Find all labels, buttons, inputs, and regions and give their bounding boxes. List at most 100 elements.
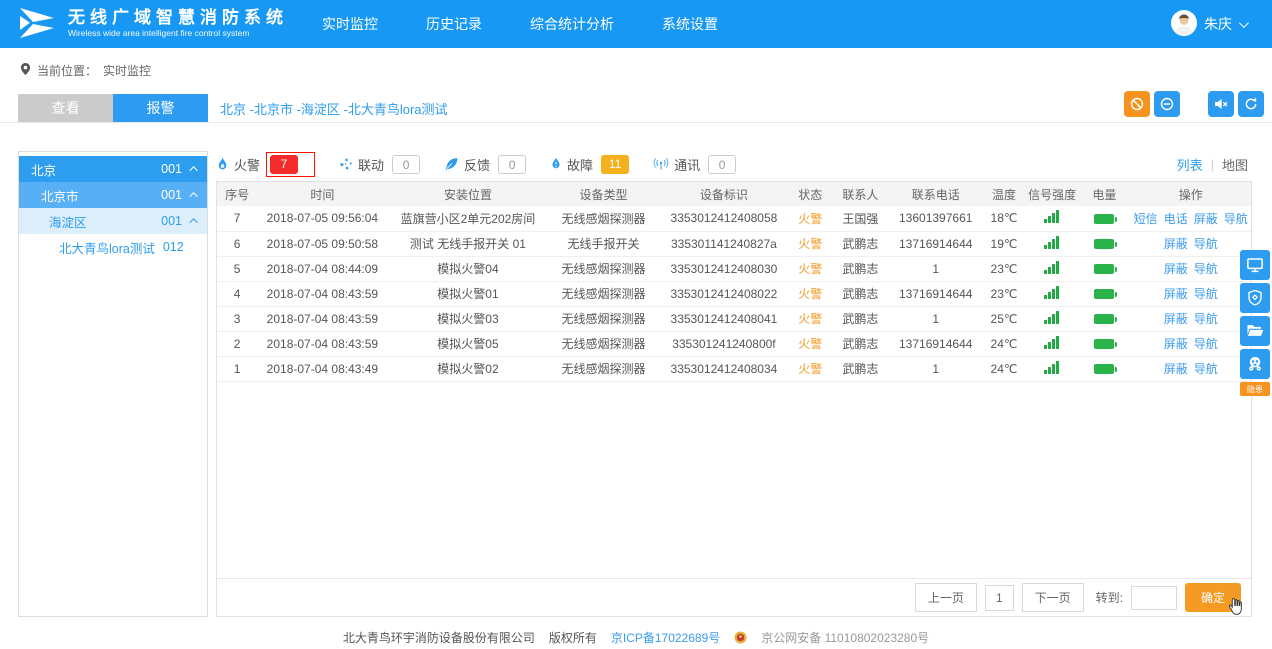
tree-count: 001 <box>161 162 182 176</box>
view-toggle: 列表 | 地图 <box>1177 155 1252 174</box>
nav-realtime-monitoring[interactable]: 实时监控 <box>322 14 378 34</box>
hazard-tag[interactable]: 隐患 <box>1240 382 1270 396</box>
filter-linkage[interactable]: 联动 0 <box>339 155 420 174</box>
user-menu[interactable]: 朱庆 <box>1171 10 1246 39</box>
op-link[interactable]: 导航 <box>1194 337 1218 351</box>
next-page-button[interactable]: 下一页 <box>1022 583 1084 612</box>
cell-ops: 屏蔽导航 <box>1130 281 1251 306</box>
cell-no: 7 <box>217 206 257 231</box>
ban-button[interactable] <box>1124 91 1150 117</box>
app-logo-icon <box>16 3 58 46</box>
cell-type: 无线感烟探测器 <box>548 306 658 331</box>
confirm-button[interactable]: 确定 <box>1185 583 1241 612</box>
nav-settings[interactable]: 系统设置 <box>662 14 718 34</box>
footer-icp-link[interactable]: 京ICP备17022689号 <box>611 629 720 646</box>
current-page[interactable]: 1 <box>985 585 1014 611</box>
op-link[interactable]: 屏蔽 <box>1164 337 1188 351</box>
tree-item-beijing[interactable]: 北京 001 <box>19 156 207 182</box>
signal-strength-icon <box>1044 361 1060 374</box>
cell-type: 无线感烟探测器 <box>548 356 658 381</box>
cell-battery <box>1078 356 1130 381</box>
cell-signal <box>1026 331 1078 356</box>
op-link[interactable]: 屏蔽 <box>1164 237 1188 251</box>
monitor-dock-button[interactable] <box>1240 250 1270 280</box>
circle-minus-button[interactable] <box>1154 91 1180 117</box>
gas-mask-dock-button[interactable] <box>1240 349 1270 379</box>
op-link[interactable]: 屏蔽 <box>1164 262 1188 276</box>
filter-fault[interactable]: 故障 11 <box>550 155 629 174</box>
fire-count-badge: 7 <box>270 155 298 174</box>
op-link[interactable]: 屏蔽 <box>1164 312 1188 326</box>
cell-location: 模拟火警01 <box>388 281 549 306</box>
cell-time: 2018-07-04 08:43:59 <box>257 306 388 331</box>
cell-location: 测试 无线手报开关 01 <box>388 231 549 256</box>
op-link[interactable]: 导航 <box>1224 212 1248 226</box>
nav-history[interactable]: 历史记录 <box>426 14 482 34</box>
breadcrumb-prefix: 当前位置： <box>37 62 97 79</box>
cell-time: 2018-07-04 08:43:49 <box>257 356 388 381</box>
cell-temp: 24℃ <box>982 331 1026 356</box>
nav-statistics[interactable]: 综合统计分析 <box>530 14 614 34</box>
tab-alarm[interactable]: 报警 <box>113 94 208 122</box>
table-row[interactable]: 1 2018-07-04 08:43:49 模拟火警02 无线感烟探测器 335… <box>217 356 1251 381</box>
cell-type: 无线感烟探测器 <box>548 281 658 306</box>
goto-page-input[interactable] <box>1131 586 1177 610</box>
col-phone: 联系电话 <box>890 182 982 206</box>
chevron-down-icon <box>1239 18 1249 28</box>
table-body: 7 2018-07-05 09:56:04 蓝旗营小区2单元202房间 无线感烟… <box>217 206 1251 381</box>
table-row[interactable]: 5 2018-07-04 08:44:09 模拟火警04 无线感烟探测器 335… <box>217 256 1251 281</box>
footer-copyright: 版权所有 <box>549 629 597 646</box>
cell-time: 2018-07-04 08:44:09 <box>257 256 388 281</box>
shield-dock-button[interactable] <box>1240 283 1270 313</box>
col-no: 序号 <box>217 182 257 206</box>
op-link[interactable]: 导航 <box>1194 262 1218 276</box>
op-link[interactable]: 导航 <box>1194 237 1218 251</box>
toggle-map[interactable]: 地图 <box>1222 155 1248 174</box>
prev-page-button[interactable]: 上一页 <box>915 583 977 612</box>
cell-location: 模拟火警05 <box>388 331 549 356</box>
breadcrumb-current: 实时监控 <box>103 62 151 79</box>
cell-signal <box>1026 256 1078 281</box>
op-link[interactable]: 屏蔽 <box>1164 287 1188 301</box>
tree-item-beijing-city[interactable]: 北京市 001 <box>19 182 207 208</box>
cell-time: 2018-07-05 09:56:04 <box>257 206 388 231</box>
op-link[interactable]: 电话 <box>1164 212 1188 226</box>
folder-dock-button[interactable] <box>1240 316 1270 346</box>
cell-device-id: 335301141240827a <box>659 231 790 256</box>
content-area: 火警 7 联动 0 <box>216 151 1252 617</box>
toggle-list[interactable]: 列表 <box>1177 155 1203 174</box>
table-row[interactable]: 3 2018-07-04 08:43:59 模拟火警03 无线感烟探测器 335… <box>217 306 1251 331</box>
cell-status: 火警 <box>789 256 831 281</box>
tree-item-haidian[interactable]: 海淀区 001 <box>19 208 207 234</box>
battery-icon <box>1094 314 1114 324</box>
cell-signal <box>1026 281 1078 306</box>
op-link[interactable]: 屏蔽 <box>1164 362 1188 376</box>
filter-linkage-label: 联动 <box>358 155 384 174</box>
footer-police-number: 京公网安备 11010802023280号 <box>761 629 929 646</box>
op-link[interactable]: 导航 <box>1194 287 1218 301</box>
cell-time: 2018-07-05 09:50:58 <box>257 231 388 256</box>
cell-phone: 1 <box>890 356 982 381</box>
cell-no: 1 <box>217 356 257 381</box>
fault-count-badge: 11 <box>601 155 629 174</box>
table-row[interactable]: 7 2018-07-05 09:56:04 蓝旗营小区2单元202房间 无线感烟… <box>217 206 1251 231</box>
cell-phone: 13716914644 <box>890 281 982 306</box>
op-link[interactable]: 导航 <box>1194 362 1218 376</box>
refresh-button[interactable] <box>1238 91 1264 117</box>
table-row[interactable]: 2 2018-07-04 08:43:59 模拟火警05 无线感烟探测器 335… <box>217 331 1251 356</box>
table-header-row: 序号 时间 安装位置 设备类型 设备标识 状态 联系人 联系电话 温度 信号强度… <box>217 182 1251 206</box>
mute-button[interactable] <box>1208 91 1234 117</box>
chevron-up-icon <box>189 166 197 174</box>
table-row[interactable]: 6 2018-07-05 09:50:58 测试 无线手报开关 01 无线手报开… <box>217 231 1251 256</box>
op-link[interactable]: 屏蔽 <box>1194 212 1218 226</box>
national-emblem-icon <box>734 631 747 644</box>
fire-icon <box>216 157 229 172</box>
op-link[interactable]: 短信 <box>1134 212 1158 226</box>
tree-item-lora-test[interactable]: 北大青鸟lora测试 012 <box>19 234 207 260</box>
op-link[interactable]: 导航 <box>1194 312 1218 326</box>
table-row[interactable]: 4 2018-07-04 08:43:59 模拟火警01 无线感烟探测器 335… <box>217 281 1251 306</box>
tab-view[interactable]: 查看 <box>18 94 113 122</box>
filter-feedback[interactable]: 反馈 0 <box>444 155 526 174</box>
filter-comm[interactable]: 通讯 0 <box>653 155 736 174</box>
filter-fire[interactable]: 火警 7 <box>216 152 315 177</box>
